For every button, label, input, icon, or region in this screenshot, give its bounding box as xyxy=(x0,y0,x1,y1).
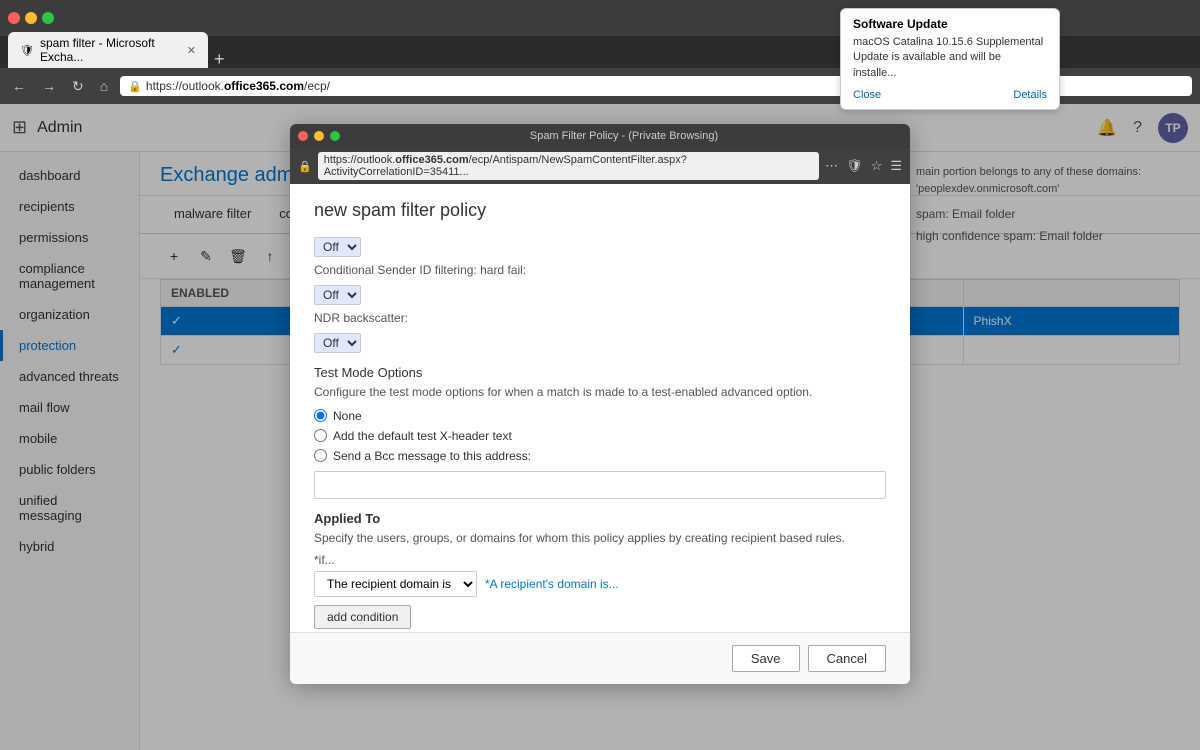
radio-xheader[interactable]: Add the default test X-header text xyxy=(314,429,886,443)
ndr-select[interactable]: Off On xyxy=(314,285,361,305)
inner-hamburger-icon[interactable]: ☰ xyxy=(890,158,902,174)
bcc-address-input[interactable] xyxy=(314,471,886,499)
radio-xheader-label: Add the default test X-header text xyxy=(333,429,512,443)
sw-update-details-button[interactable]: Details xyxy=(1013,89,1047,101)
condition-row: The recipient domain is *A recipient's d… xyxy=(314,571,886,597)
ndr-label: NDR backscatter: xyxy=(314,311,886,325)
radio-group-test-mode: None Add the default test X-header text … xyxy=(314,409,886,463)
tab-title: spam filter - Microsoft Excha... xyxy=(40,36,177,64)
inner-lock-icon: 🔒 xyxy=(298,160,312,173)
modal-footer: Save Cancel xyxy=(290,632,910,684)
tab-favicon: 🛡 xyxy=(20,44,34,57)
conditional-select[interactable]: Off On xyxy=(314,237,361,257)
save-button[interactable]: Save xyxy=(732,645,800,672)
active-tab[interactable]: 🛡 spam filter - Microsoft Excha... ✕ xyxy=(8,32,208,68)
modal-content: new spam filter policy Off On Conditiona… xyxy=(290,184,910,632)
inner-address-value: https://outlook.office365.com/ecp/Antisp… xyxy=(324,154,813,178)
new-tab-button[interactable]: + xyxy=(214,50,225,68)
test-mode-title: Test Mode Options xyxy=(314,365,886,380)
close-traffic-light[interactable] xyxy=(8,12,20,24)
inner-menu-icon[interactable]: ⋯ xyxy=(825,158,838,174)
tab-close-icon[interactable]: ✕ xyxy=(187,44,196,57)
expand-traffic-light[interactable] xyxy=(42,12,54,24)
cancel-button[interactable]: Cancel xyxy=(808,645,886,672)
main-layout: dashboard recipients permissions complia… xyxy=(0,152,1200,750)
radio-bcc-label: Send a Bcc message to this address: xyxy=(333,449,531,463)
conditional-label: Conditional Sender ID filtering: hard fa… xyxy=(314,263,886,277)
software-update-notification: Software Update macOS Catalina 10.15.6 S… xyxy=(840,8,1060,110)
inner-address-text[interactable]: https://outlook.office365.com/ecp/Antisp… xyxy=(318,152,819,180)
minimize-traffic-light[interactable] xyxy=(25,12,37,24)
traffic-lights xyxy=(8,12,54,24)
radio-none-input[interactable] xyxy=(314,409,327,422)
radio-none-label: None xyxy=(333,409,362,423)
sw-update-title: Software Update xyxy=(853,17,948,31)
applied-to-title: Applied To xyxy=(314,511,886,526)
add-condition-container: add condition xyxy=(314,605,886,629)
sw-update-body: macOS Catalina 10.15.6 Supplemental Upda… xyxy=(853,35,1047,81)
sw-update-close-button[interactable]: Close xyxy=(853,89,881,101)
inner-shield-icon[interactable]: 🛡 xyxy=(846,158,863,174)
toggle-row-extra: Off On xyxy=(314,333,886,353)
lock-icon: 🔒 xyxy=(128,80,142,93)
toggle-row-conditional: Off On xyxy=(314,237,886,257)
inner-addr-actions: ⋯ 🛡 ☆ ☰ xyxy=(825,158,902,174)
back-button[interactable]: ← xyxy=(8,76,30,96)
if-label: *if... xyxy=(314,553,886,567)
test-mode-desc: Configure the test mode options for when… xyxy=(314,384,886,401)
home-button[interactable]: ⌂ xyxy=(96,76,112,96)
radio-xheader-input[interactable] xyxy=(314,429,327,442)
add-condition-button[interactable]: add condition xyxy=(314,605,411,629)
applied-to-desc: Specify the users, groups, or domains fo… xyxy=(314,530,886,547)
address-text: https://outlook.office365.com/ecp/ xyxy=(146,79,330,93)
modal-title: new spam filter policy xyxy=(314,200,886,221)
reload-button[interactable]: ↻ xyxy=(68,76,88,97)
forward-button[interactable]: → xyxy=(38,76,60,96)
radio-none[interactable]: None xyxy=(314,409,886,423)
condition-select[interactable]: The recipient domain is xyxy=(314,571,477,597)
inner-browser-window: Spam Filter Policy - (Private Browsing) … xyxy=(290,152,910,684)
content-area: Exchange admin center malware filter con… xyxy=(140,152,1200,750)
inner-address-bar: 🔒 https://outlook.office365.com/ecp/Anti… xyxy=(290,152,910,184)
condition-link[interactable]: *A recipient's domain is... xyxy=(485,577,619,591)
inner-star-icon[interactable]: ☆ xyxy=(871,158,883,174)
modal-overlay: Spam Filter Policy - (Private Browsing) … xyxy=(140,152,1200,750)
toggle-row-ndr: Off On xyxy=(314,285,886,305)
radio-bcc-input[interactable] xyxy=(314,449,327,462)
extra-select[interactable]: Off On xyxy=(314,333,361,353)
radio-bcc[interactable]: Send a Bcc message to this address: xyxy=(314,449,886,463)
